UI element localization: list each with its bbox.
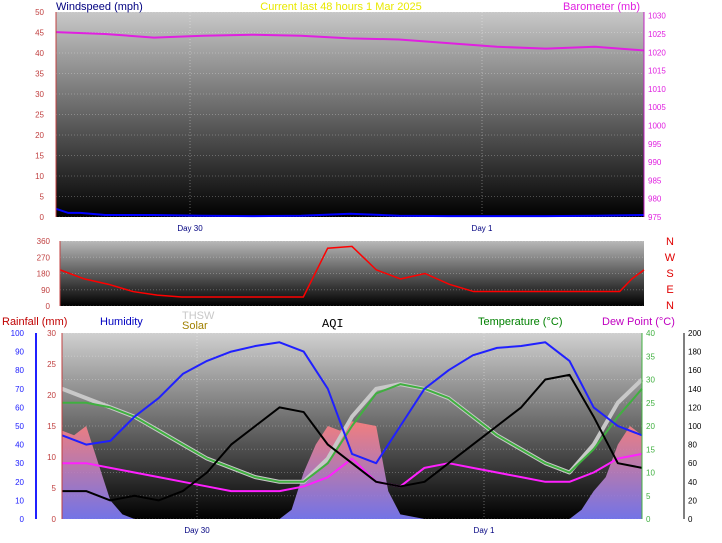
windspeed-tick: 45 (35, 29, 44, 38)
x-tick-day30-panel1: Day 30 (177, 224, 203, 233)
rainfall-axis-label: Rainfall (mm) (2, 316, 67, 328)
humidity-tick: 20 (15, 478, 24, 487)
direction-tick: 180 (37, 270, 51, 279)
temperature-tick: 5 (646, 492, 651, 501)
temperature-tick: 0 (646, 515, 651, 524)
barometer-tick: 1015 (648, 67, 666, 76)
compass-s: S (666, 268, 673, 280)
solar-tick: 180 (688, 348, 702, 357)
windspeed-tick: 40 (35, 49, 44, 58)
windspeed-tick: 0 (40, 213, 45, 222)
barometer-tick: 1020 (648, 48, 666, 57)
humidity-tick: 100 (11, 329, 25, 338)
solar-label: Solar (182, 320, 208, 332)
weather-chart-svg: 0510152025303540455097598098599099510001… (2, 1, 702, 535)
rainfall-tick: 25 (47, 360, 56, 369)
rainfall-tick: 15 (47, 422, 56, 431)
temperature-tick: 40 (646, 329, 655, 338)
x-tick-day30-panel3: Day 30 (184, 526, 210, 535)
temperature-tick: 25 (646, 399, 655, 408)
windspeed-tick: 5 (40, 193, 45, 202)
barometer-axis-label: Barometer (mb) (563, 1, 640, 13)
humidity-tick: 30 (15, 459, 24, 468)
windspeed-tick: 30 (35, 90, 44, 99)
humidity-tick: 10 (15, 496, 24, 505)
solar-tick: 160 (688, 366, 702, 375)
aqi-label: AQI (322, 317, 344, 331)
humidity-tick: 0 (20, 515, 25, 524)
solar-tick: 200 (688, 329, 702, 338)
temperature-tick: 15 (646, 445, 655, 454)
solar-tick: 120 (688, 403, 702, 412)
rainfall-tick: 20 (47, 391, 56, 400)
windspeed-tick: 15 (35, 152, 44, 161)
rainfall-tick: 30 (47, 329, 56, 338)
solar-tick: 40 (688, 478, 697, 487)
barometer-tick: 1010 (648, 85, 666, 94)
barometer-tick: 990 (648, 158, 662, 167)
solar-tick: 20 (688, 496, 697, 505)
humidity-tick: 50 (15, 422, 24, 431)
compass-n-bottom: N (666, 300, 674, 312)
windspeed-axis-label: Windspeed (mph) (56, 1, 143, 13)
humidity-axis-label: Humidity (100, 316, 143, 328)
temperature-tick: 35 (646, 352, 655, 361)
barometer-tick: 985 (648, 176, 662, 185)
compass-n-top: N (666, 236, 674, 248)
weather-chart: 0 5 10 15 20 25 30 35 40 45 50 975 980 985 990 995 1000 1… (0, 0, 722, 543)
rainfall-tick: 5 (52, 484, 57, 493)
windspeed-tick: 50 (35, 8, 44, 17)
humidity-tick: 40 (15, 441, 24, 450)
compass-e: E (666, 284, 673, 296)
direction-tick: 270 (37, 253, 51, 262)
x-tick-day1-panel1: Day 1 (472, 224, 493, 233)
barometer-tick: 980 (648, 195, 662, 204)
direction-tick: 360 (37, 237, 51, 246)
solar-tick: 140 (688, 385, 702, 394)
rainfall-tick: 0 (52, 515, 57, 524)
windspeed-tick: 10 (35, 172, 44, 181)
temperature-tick: 20 (646, 422, 655, 431)
humidity-tick: 70 (15, 385, 24, 394)
temperature-tick: 30 (646, 376, 655, 385)
barometer-tick: 1030 (648, 12, 666, 21)
solar-tick: 80 (688, 441, 697, 450)
windspeed-tick: 35 (35, 70, 44, 79)
dewpoint-axis-label: Dew Point (°C) (602, 316, 675, 328)
direction-tick: 90 (41, 286, 50, 295)
barometer-tick: 1025 (648, 30, 666, 39)
direction-tick: 0 (46, 302, 51, 311)
compass-w: W (665, 252, 676, 264)
barometer-tick: 1000 (648, 121, 666, 130)
humidity-tick: 90 (15, 348, 24, 357)
barometer-tick: 995 (648, 140, 662, 149)
humidity-tick: 60 (15, 403, 24, 412)
humidity-tick: 80 (15, 366, 24, 375)
rainfall-tick: 10 (47, 453, 56, 462)
solar-tick: 0 (688, 515, 693, 524)
x-tick-day1-panel3: Day 1 (474, 526, 495, 535)
barometer-tick: 1005 (648, 103, 666, 112)
chart-title: Current last 48 hours 1 Mar 2025 (260, 1, 421, 13)
windspeed-tick: 25 (35, 111, 44, 120)
temperature-axis-label: Temperature (°C) (478, 316, 562, 328)
barometer-tick: 975 (648, 213, 662, 222)
windspeed-tick: 20 (35, 131, 44, 140)
solar-tick: 60 (688, 459, 697, 468)
temperature-tick: 10 (646, 469, 655, 478)
solar-tick: 100 (688, 422, 702, 431)
